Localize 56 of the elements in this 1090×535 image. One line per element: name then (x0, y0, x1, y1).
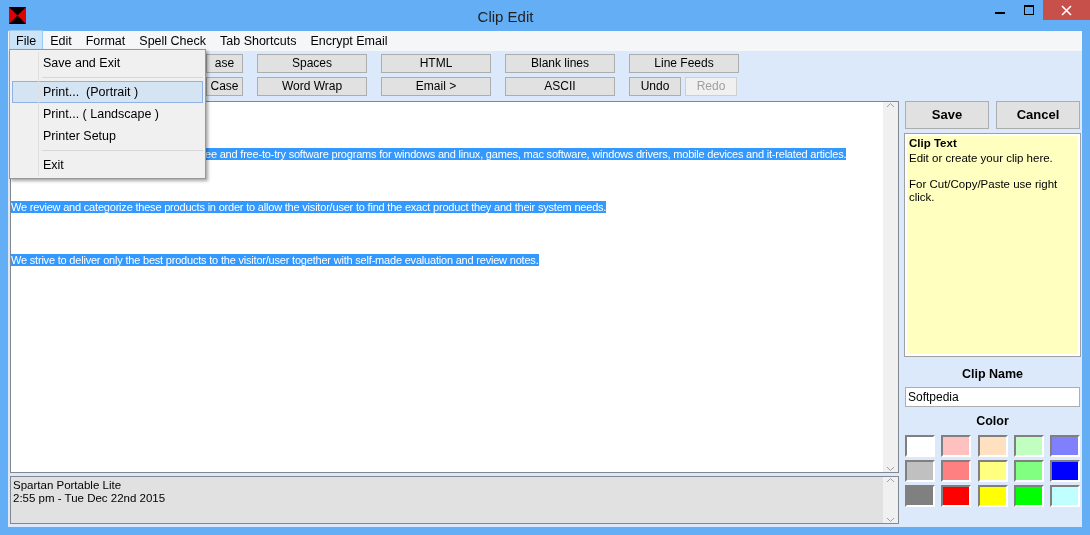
color-swatch[interactable] (941, 434, 972, 457)
menu-item[interactable]: Printer Setup (12, 125, 203, 147)
menu-item[interactable]: Exit (12, 154, 203, 176)
clip-name-label: Clip Name (960, 366, 1025, 383)
menu-item[interactable]: Format (78, 29, 133, 53)
toolbar-button[interactable]: Line Feeds (629, 54, 739, 73)
color-swatch[interactable] (1050, 484, 1080, 507)
toolbar-button[interactable]: ASCII (505, 77, 615, 96)
color-swatch[interactable] (977, 459, 1008, 482)
menu-item[interactable]: Edit (43, 29, 79, 53)
toolbar-button[interactable]: Undo (629, 77, 681, 96)
color-swatch[interactable] (905, 459, 935, 482)
toolbar-button[interactable]: ase (206, 54, 243, 73)
status-text: Spartan Portable Lite (13, 479, 123, 492)
color-swatch[interactable] (905, 484, 935, 507)
color-swatch[interactable] (977, 484, 1008, 507)
color-label: Color (975, 412, 1010, 430)
color-swatch[interactable] (1050, 434, 1080, 457)
scrollbar[interactable] (883, 102, 898, 472)
menu-item[interactable]: Save and Exit (12, 52, 203, 74)
color-swatch[interactable] (941, 484, 972, 507)
toolbar-button[interactable]: HTML (381, 54, 491, 73)
menu-item[interactable]: Encrypt Email (303, 29, 395, 53)
close-icon[interactable] (1061, 4, 1072, 16)
maximize-icon[interactable] (1023, 5, 1034, 15)
color-swatch[interactable] (941, 459, 972, 482)
color-swatch[interactable] (1013, 459, 1044, 482)
toolbar-button[interactable]: Case (206, 77, 243, 96)
save-button[interactable]: Save (905, 101, 989, 129)
app-icon (9, 7, 26, 24)
clip-text-paragraph: Edit or create your clip here. (909, 152, 1054, 165)
clip-text-paragraph: For Cut/Copy/Paste use right click. (909, 178, 1059, 204)
text-editor[interactable] (10, 101, 899, 473)
menu-item[interactable]: Print... ( Landscape ) (12, 103, 203, 125)
color-swatch[interactable] (977, 434, 1008, 457)
cancel-button[interactable]: Cancel (996, 101, 1080, 129)
menu-item[interactable]: Tab Shortcuts (213, 29, 304, 53)
color-swatch[interactable] (1050, 459, 1080, 482)
clip-text-title: Clip Text (909, 137, 958, 150)
color-swatch[interactable] (1013, 434, 1044, 457)
toolbar-button[interactable]: Blank lines (505, 54, 615, 73)
selected-text: We strive to deliver only the best products to the visitor/user together with self-made evaluation and review notes. (11, 254, 539, 266)
clip-name-field[interactable]: Softpedia (905, 386, 1080, 407)
clip-text-area[interactable]: Clip Text Edit or create your clip here. For Cut/Copy/Paste use right click. (905, 134, 1080, 356)
selected-text: We review and categorize these products in order to allow the visitor/user to find the exact product they and their system needs. (11, 201, 607, 213)
scrollbar[interactable] (883, 477, 898, 523)
window-title: Clip Edit (476, 7, 535, 27)
color-swatch[interactable] (905, 434, 935, 457)
menu-item[interactable]: Print... (Portrait ) (12, 81, 203, 103)
toolbar-button[interactable]: Spaces (257, 54, 367, 73)
toolbar-button[interactable]: Word Wrap (257, 77, 367, 96)
status-text: 2:55 pm - Tue Dec 22nd 2015 (13, 492, 167, 505)
color-swatch[interactable] (1013, 484, 1044, 507)
menu-item[interactable]: Spell Check (132, 29, 213, 53)
toolbar-button[interactable]: Email > (381, 77, 491, 96)
selected-text: ee and free-to-try software programs for windows and linux, games, mac software, windows drivers, mobile devices and it-related articles. (205, 148, 847, 160)
